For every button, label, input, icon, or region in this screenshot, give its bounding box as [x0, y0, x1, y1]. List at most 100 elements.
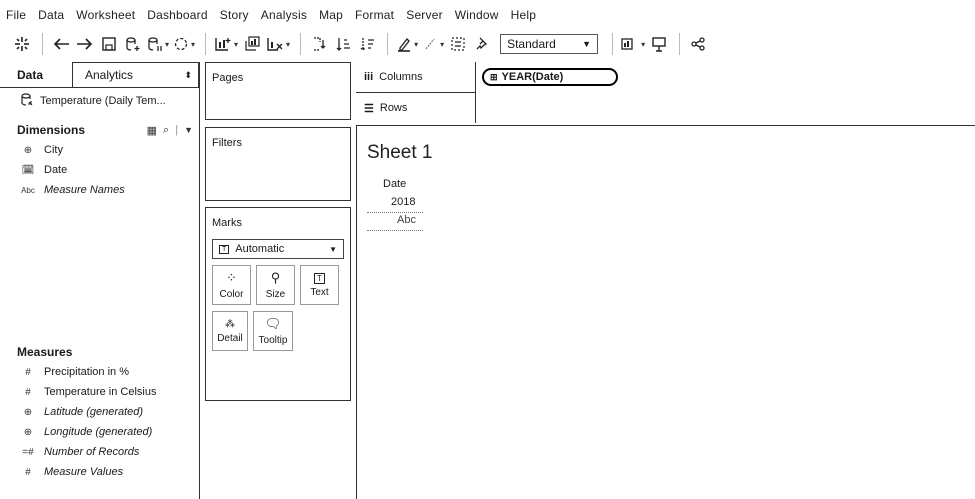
tab-analytics[interactable]: Analytics ⬍	[72, 62, 199, 87]
menu-file[interactable]: File	[6, 8, 26, 22]
toolbar-separator	[612, 33, 614, 55]
sort-ascending-icon[interactable]	[333, 33, 353, 55]
tableau-logo-icon[interactable]	[12, 33, 32, 55]
menu-story[interactable]: Story	[220, 8, 249, 22]
mark-buttons-row-1: ⁘ Color ⚲ Size T Text	[212, 265, 344, 305]
filters-card[interactable]: Filters	[205, 127, 351, 201]
dimension-field-city[interactable]: ⊕ City	[0, 140, 199, 160]
menu-dashboard[interactable]: Dashboard	[147, 8, 208, 22]
columns-label: iii Columns	[356, 62, 476, 92]
menu-dropdown-icon[interactable]: ▼	[184, 125, 193, 135]
tooltip-button[interactable]: 🗨 Tooltip	[253, 311, 293, 351]
menu-worksheet[interactable]: Worksheet	[76, 8, 135, 22]
rows-label: ☰ Rows	[356, 93, 476, 123]
measure-field-latitude[interactable]: ⊕ Latitude (generated)	[0, 402, 199, 422]
detail-label: Detail	[217, 332, 243, 344]
dimension-field-measure-names[interactable]: Abc Measure Names	[0, 180, 199, 200]
data-cell[interactable]: Abc	[397, 214, 416, 226]
group-members-icon[interactable]: ▾	[422, 33, 444, 55]
refresh-icon[interactable]: ▾	[173, 33, 195, 55]
filters-title: Filters	[212, 137, 242, 149]
menu-analysis[interactable]: Analysis	[261, 8, 307, 22]
view-data-icon[interactable]: ▦	[147, 124, 157, 137]
toolbar-separator	[387, 33, 389, 55]
share-icon[interactable]	[688, 33, 708, 55]
marks-card: Marks T Automatic ▼ ⁘ Color ⚲ Size T Tex…	[205, 207, 351, 401]
toolbar-separator	[42, 33, 43, 55]
field-label: Measure Names	[44, 184, 125, 196]
color-dots-icon: ⁘	[226, 270, 237, 285]
text-icon: T	[314, 272, 325, 284]
search-icon[interactable]: ⌕	[163, 124, 169, 137]
mark-buttons-row-2: ⁂ Detail 🗨 Tooltip	[212, 311, 344, 351]
presentation-mode-icon[interactable]	[649, 33, 669, 55]
pill-label: YEAR(Date)	[501, 71, 564, 83]
detail-button[interactable]: ⁂ Detail	[212, 311, 248, 351]
menu-help[interactable]: Help	[511, 8, 536, 22]
text-button[interactable]: T Text	[300, 265, 339, 305]
redo-icon[interactable]	[75, 33, 95, 55]
show-me-icon[interactable]: ▾	[621, 33, 645, 55]
year-date-pill[interactable]: ⊞ YEAR(Date)	[482, 68, 618, 86]
mark-type-dropdown[interactable]: T Automatic ▼	[212, 239, 344, 259]
rows-icon: ☰	[364, 102, 374, 115]
measure-field-number-of-records[interactable]: =# Number of Records	[0, 442, 199, 462]
dimensions-header: Dimensions ▦ ⌕ | ▼	[0, 120, 199, 140]
field-label: Latitude (generated)	[44, 406, 144, 418]
datasource-item[interactable]: Temperature (Daily Tem...	[0, 88, 199, 114]
undo-icon[interactable]	[51, 33, 71, 55]
menu-map[interactable]: Map	[319, 8, 343, 22]
new-worksheet-icon[interactable]: ▾	[214, 33, 238, 55]
show-labels-icon[interactable]	[448, 33, 468, 55]
fix-axes-icon[interactable]	[472, 33, 492, 55]
toolbar-separator	[205, 33, 207, 55]
duplicate-sheet-icon[interactable]	[242, 33, 262, 55]
rows-shelf[interactable]: ☰ Rows	[356, 93, 975, 123]
fit-dropdown[interactable]: Standard ▼	[500, 34, 599, 54]
sheet-view[interactable]: Sheet 1 Date 2018 Abc	[356, 125, 975, 499]
marks-title: Marks	[212, 217, 242, 229]
menu-window[interactable]: Window	[455, 8, 499, 22]
color-label: Color	[219, 289, 244, 300]
columns-shelf[interactable]: iii Columns ⊞ YEAR(Date)	[356, 62, 975, 92]
pages-card[interactable]: Pages	[205, 62, 351, 120]
measure-field-longitude[interactable]: ⊕ Longitude (generated)	[0, 422, 199, 442]
abc-icon: Abc	[21, 185, 35, 195]
column-header-date[interactable]: Date	[383, 178, 406, 190]
menu-server[interactable]: Server	[406, 8, 443, 22]
size-label: Size	[265, 289, 286, 300]
measure-field-measure-values[interactable]: # Measure Values	[0, 462, 199, 482]
datasource-icon	[20, 92, 34, 110]
highlight-icon[interactable]: ▾	[396, 33, 418, 55]
save-icon[interactable]	[99, 33, 119, 55]
size-icon: ⚲	[270, 270, 281, 285]
globe-icon: ⊕	[23, 406, 33, 418]
hash-icon: #	[25, 466, 31, 478]
tooltip-label: Tooltip	[258, 335, 288, 346]
rows-text: Rows	[379, 102, 408, 114]
toolbar-separator	[300, 33, 302, 55]
pause-updates-icon[interactable]: ▾	[147, 33, 169, 55]
measure-field-precipitation[interactable]: # Precipitation in %	[0, 362, 199, 382]
menu-format[interactable]: Format	[355, 8, 394, 22]
dimensions-title: Dimensions	[17, 123, 86, 137]
field-label: Precipitation in %	[44, 366, 129, 378]
new-datasource-icon[interactable]	[123, 33, 143, 55]
toolbar-separator	[679, 33, 681, 55]
swap-rows-columns-icon[interactable]	[309, 33, 329, 55]
measure-field-temperature[interactable]: # Temperature in Celsius	[0, 382, 199, 402]
sort-descending-icon[interactable]	[357, 33, 377, 55]
color-button[interactable]: ⁘ Color	[212, 265, 251, 305]
columns-text: Columns	[379, 71, 423, 83]
column-header-year[interactable]: 2018	[391, 196, 415, 208]
date-icon: ⊞	[490, 71, 498, 82]
datasource-name: Temperature (Daily Tem...	[40, 95, 166, 107]
menu-data[interactable]: Data	[38, 8, 64, 22]
tab-data[interactable]: Data	[0, 62, 72, 87]
dimension-field-date[interactable]: 🗓 Date	[0, 160, 199, 180]
mark-type-value: Automatic	[235, 243, 285, 255]
fit-dropdown-value: Standard	[507, 37, 556, 51]
clear-sheet-icon[interactable]: ▾	[266, 33, 290, 55]
chevron-down-icon: ▼	[329, 244, 337, 254]
size-button[interactable]: ⚲ Size	[256, 265, 295, 305]
